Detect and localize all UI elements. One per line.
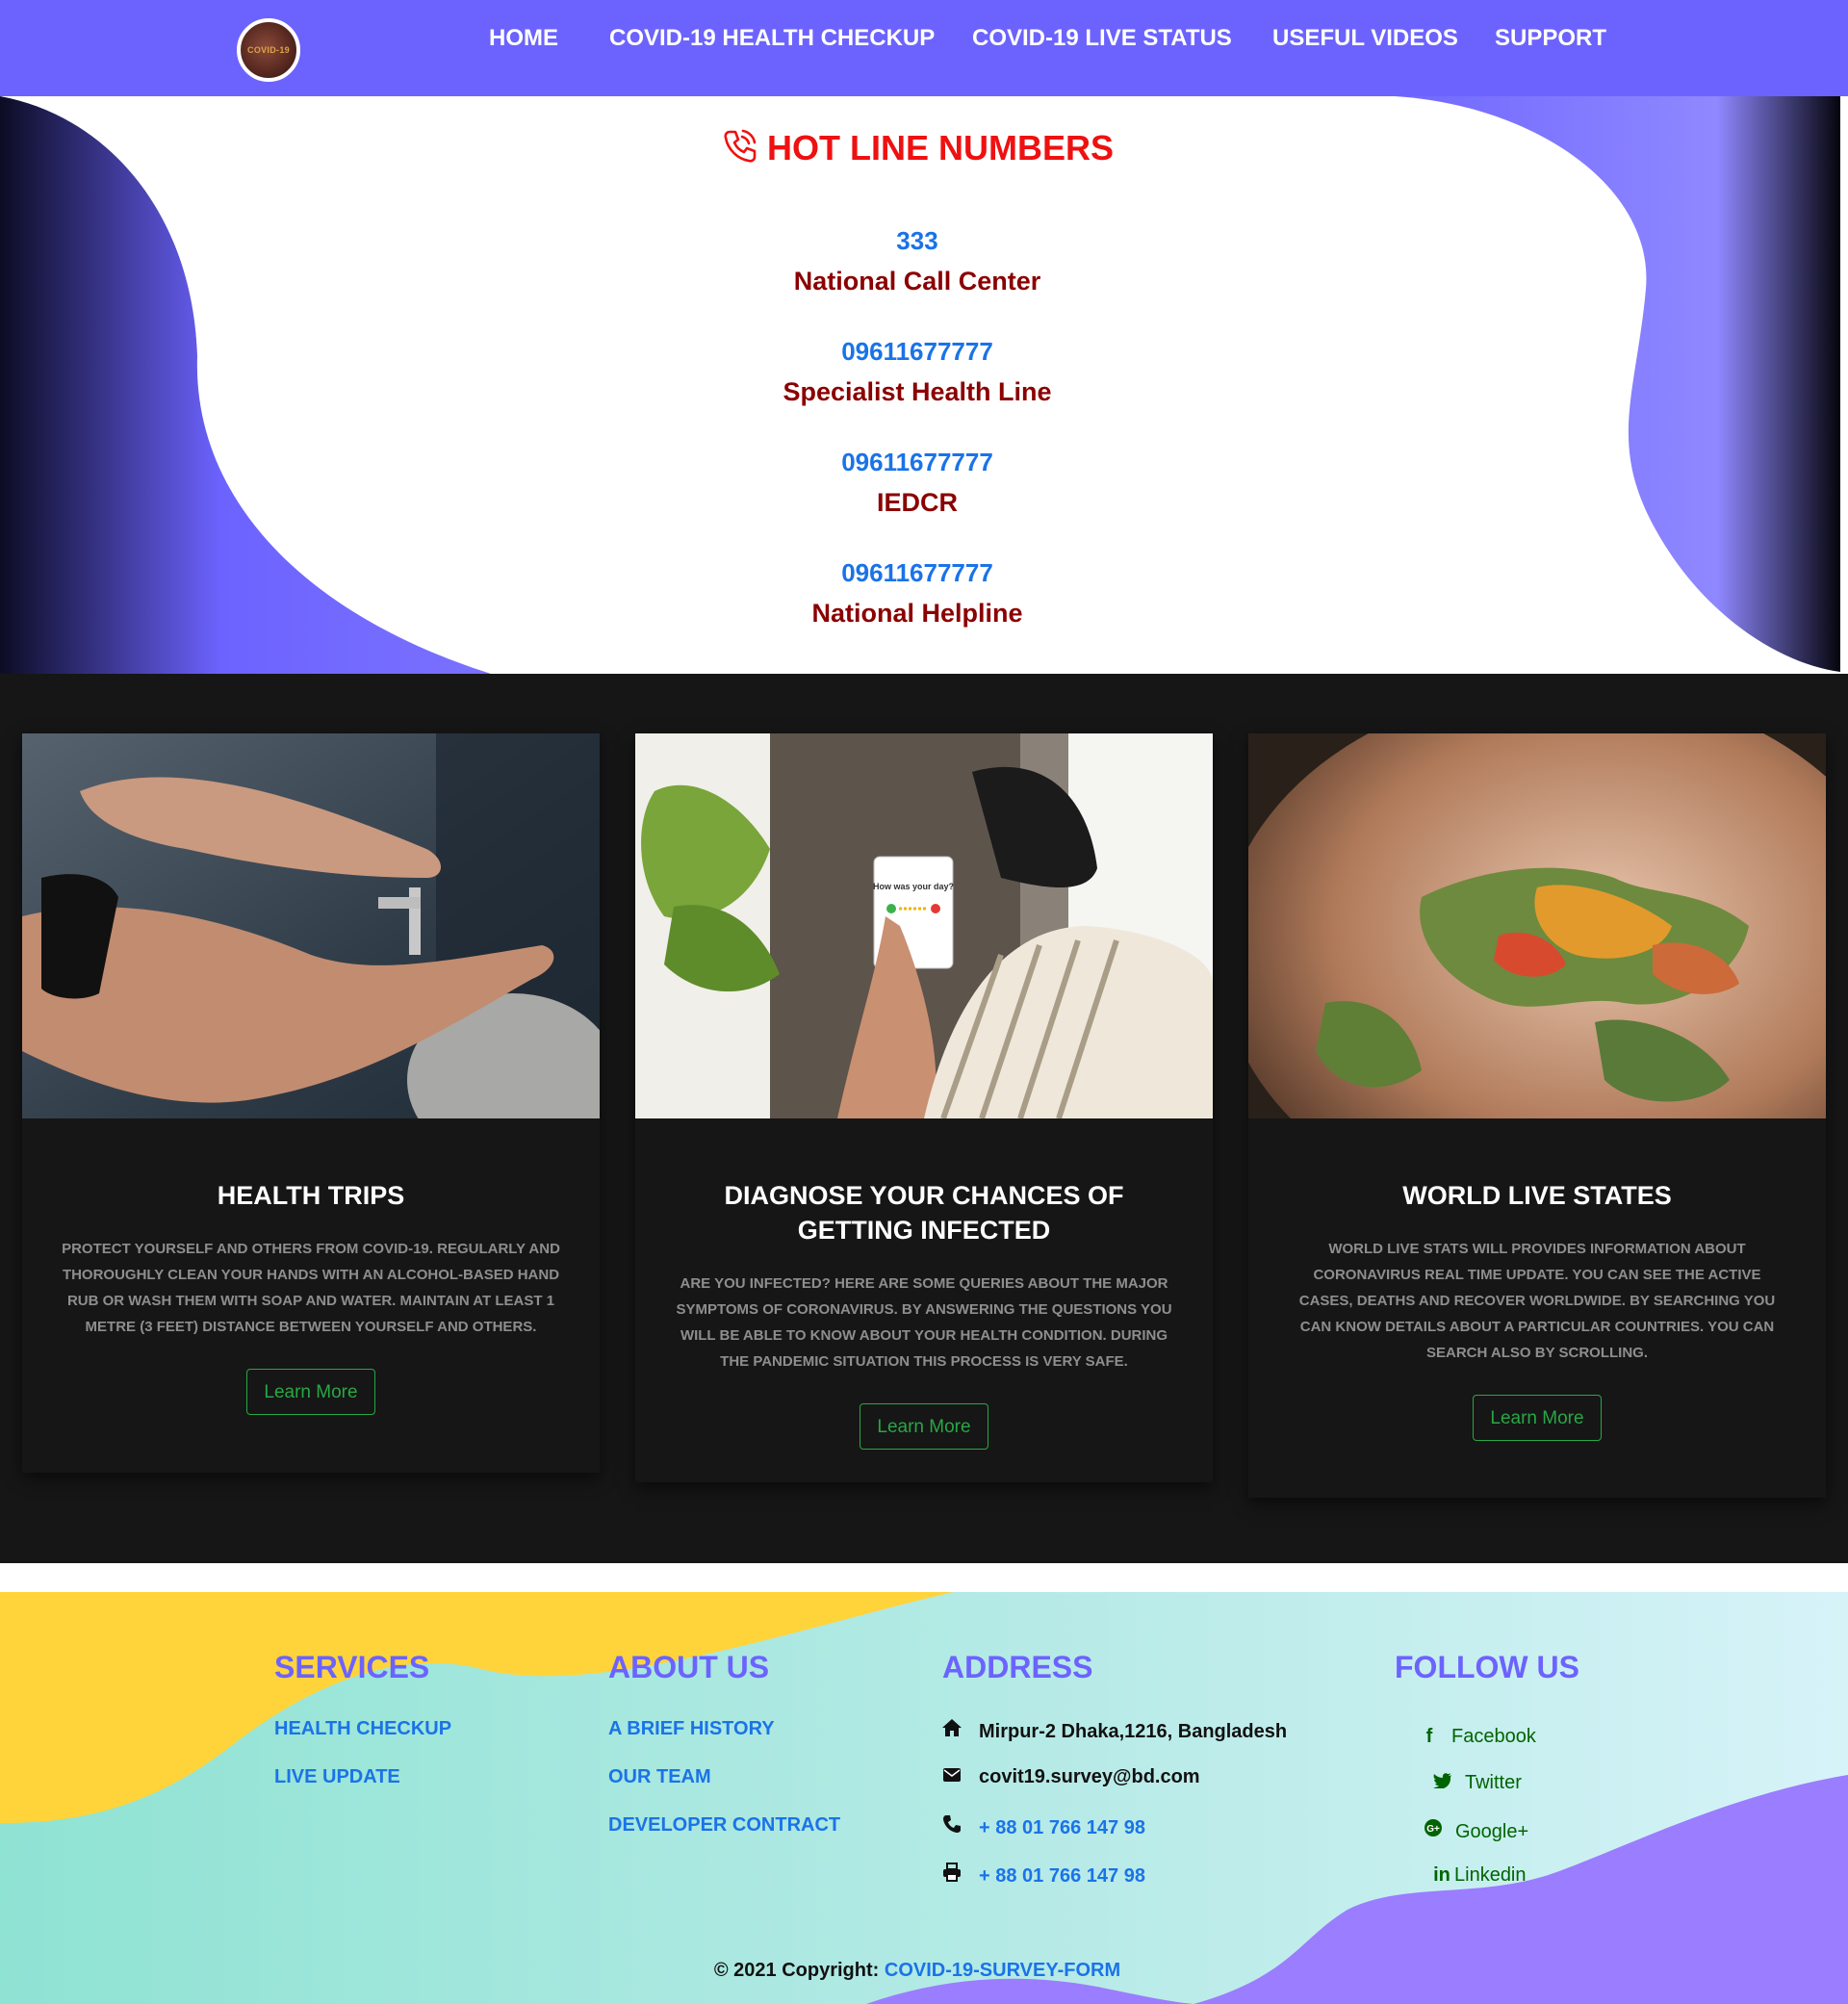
footer-about-heading: ABOUT US — [608, 1650, 770, 1684]
card-health-trips: HEALTH TRIPS PROTECT YOURSELF AND OTHERS… — [22, 733, 600, 1473]
nav-useful-videos[interactable]: USEFUL VIDEOS — [1272, 25, 1458, 52]
hotline-entry: 09611677777 IEDCR — [0, 443, 1835, 524]
nav-live-status[interactable]: COVID-19 LIVE STATUS — [972, 25, 1232, 52]
follow-facebook-label: Facebook — [1451, 1726, 1536, 1747]
envelope-icon — [940, 1766, 963, 1788]
globe-image — [1248, 733, 1826, 1118]
hotline-number[interactable]: 09611677777 — [0, 553, 1835, 592]
learn-more-button[interactable]: Learn More — [860, 1403, 988, 1450]
hotline-section: HOT LINE NUMBERS 333 National Call Cente… — [0, 96, 1848, 674]
address-fax[interactable]: + 88 01 766 147 98 — [979, 1865, 1145, 1887]
nav-home[interactable]: HOME — [489, 25, 558, 52]
hotline-title-text: HOT LINE NUMBERS — [767, 128, 1114, 167]
copyright-prefix: © 2021 Copyright: — [713, 1960, 880, 1981]
logo[interactable]: COVID-19 — [237, 18, 300, 82]
google-plus-icon: G+ — [1423, 1818, 1444, 1843]
hotline-label: National Call Center — [793, 267, 1041, 295]
card-title: WORLD LIVE STATES — [1402, 1181, 1672, 1210]
hotline-entry: 333 National Call Center — [0, 221, 1835, 302]
card-diagnose: How was your day? DIAGNOSE YOUR CHANCES … — [635, 733, 1213, 1482]
navbar: COVID-19 HOME COVID-19 HEALTH CHECKUP CO… — [0, 0, 1848, 96]
footer-services-heading: SERVICES — [274, 1650, 430, 1684]
follow-facebook[interactable]: f Facebook — [1419, 1726, 1536, 1748]
copyright: © 2021 Copyright: COVID-19-SURVEY-FORM — [0, 1960, 1835, 1982]
hotline-title: HOT LINE NUMBERS — [0, 127, 1835, 168]
cards-section: HEALTH TRIPS PROTECT YOURSELF AND OTHERS… — [0, 674, 1848, 1563]
hotline-label: Specialist Health Line — [783, 377, 1052, 406]
follow-google-plus-label: Google+ — [1455, 1821, 1529, 1842]
address-email[interactable]: covit19.survey@bd.com — [979, 1766, 1200, 1787]
twitter-icon — [1432, 1772, 1453, 1794]
hotline-number[interactable]: 09611677777 — [0, 443, 1835, 481]
nav-support[interactable]: SUPPORT — [1495, 25, 1606, 52]
card-text: WORLD LIVE STATS WILL PROVIDES INFORMATI… — [1298, 1241, 1776, 1361]
address-fax-row: + 88 01 766 147 98 — [940, 1863, 1145, 1888]
follow-linkedin-label: Linkedin — [1454, 1864, 1527, 1886]
home-icon — [940, 1718, 963, 1743]
card-text: ARE YOU INFECTED? HERE ARE SOME QUERIES … — [676, 1275, 1172, 1370]
footer-address-heading: ADDRESS — [942, 1650, 1093, 1684]
learn-more-button[interactable]: Learn More — [1473, 1395, 1602, 1441]
card-title: DIAGNOSE YOUR CHANCES OF GETTING INFECTE… — [724, 1181, 1124, 1245]
card-text: PROTECT YOURSELF AND OTHERS FROM COVID-1… — [62, 1241, 560, 1335]
address-location-row: Mirpur-2 Dhaka,1216, Bangladesh — [940, 1718, 1287, 1743]
card-world-live: WORLD LIVE STATES WORLD LIVE STATS WILL … — [1248, 733, 1826, 1498]
footer-link-live-update[interactable]: LIVE UPDATE — [274, 1766, 400, 1788]
hotline-entry: 09611677777 Specialist Health Line — [0, 332, 1835, 413]
footer-link-developer-contract[interactable]: DEVELOPER CONTRACT — [608, 1814, 840, 1837]
footer-follow-heading: FOLLOW US — [1395, 1650, 1579, 1684]
follow-twitter[interactable]: Twitter — [1432, 1772, 1522, 1794]
hotline-label: National Helpline — [811, 599, 1023, 628]
address-email-row: covit19.survey@bd.com — [940, 1766, 1200, 1788]
learn-more-button[interactable]: Learn More — [246, 1369, 375, 1415]
nav-health-checkup[interactable]: COVID-19 HEALTH CHECKUP — [609, 25, 935, 52]
hotline-entry: 09611677777 National Helpline — [0, 553, 1835, 634]
copyright-link[interactable]: COVID-19-SURVEY-FORM — [885, 1960, 1120, 1981]
phone-ringing-icon — [724, 129, 757, 163]
address-phone[interactable]: + 88 01 766 147 98 — [979, 1817, 1145, 1838]
facebook-icon: f — [1425, 1726, 1433, 1747]
logo-text: COVID-19 — [247, 45, 290, 55]
follow-google-plus[interactable]: G+ Google+ — [1423, 1818, 1528, 1843]
footer-link-our-team[interactable]: OUR TEAM — [608, 1766, 711, 1788]
tablet-screen-text: How was your day? — [873, 882, 954, 891]
linkedin-icon: in — [1433, 1864, 1450, 1886]
footer-link-health-checkup[interactable]: HEALTH CHECKUP — [274, 1718, 451, 1740]
hotline-number[interactable]: 333 — [0, 221, 1835, 260]
address-phone-row: + 88 01 766 147 98 — [940, 1814, 1145, 1839]
address-location: Mirpur-2 Dhaka,1216, Bangladesh — [979, 1721, 1288, 1742]
svg-text:G+: G+ — [1426, 1824, 1440, 1835]
hotline-number[interactable]: 09611677777 — [0, 332, 1835, 371]
hand-sanitizer-image — [22, 733, 600, 1118]
printer-icon — [940, 1863, 963, 1888]
card-title: HEALTH TRIPS — [217, 1181, 405, 1210]
footer: SERVICES HEALTH CHECKUP LIVE UPDATE ABOU… — [0, 1592, 1848, 2004]
follow-twitter-label: Twitter — [1465, 1772, 1522, 1793]
follow-linkedin[interactable]: in Linkedin — [1431, 1864, 1527, 1887]
hotline-label: IEDCR — [876, 488, 958, 517]
survey-tablet-image: How was your day? — [635, 733, 1213, 1118]
phone-icon — [940, 1814, 963, 1839]
footer-link-brief-history[interactable]: A BRIEF HISTORY — [608, 1718, 775, 1740]
